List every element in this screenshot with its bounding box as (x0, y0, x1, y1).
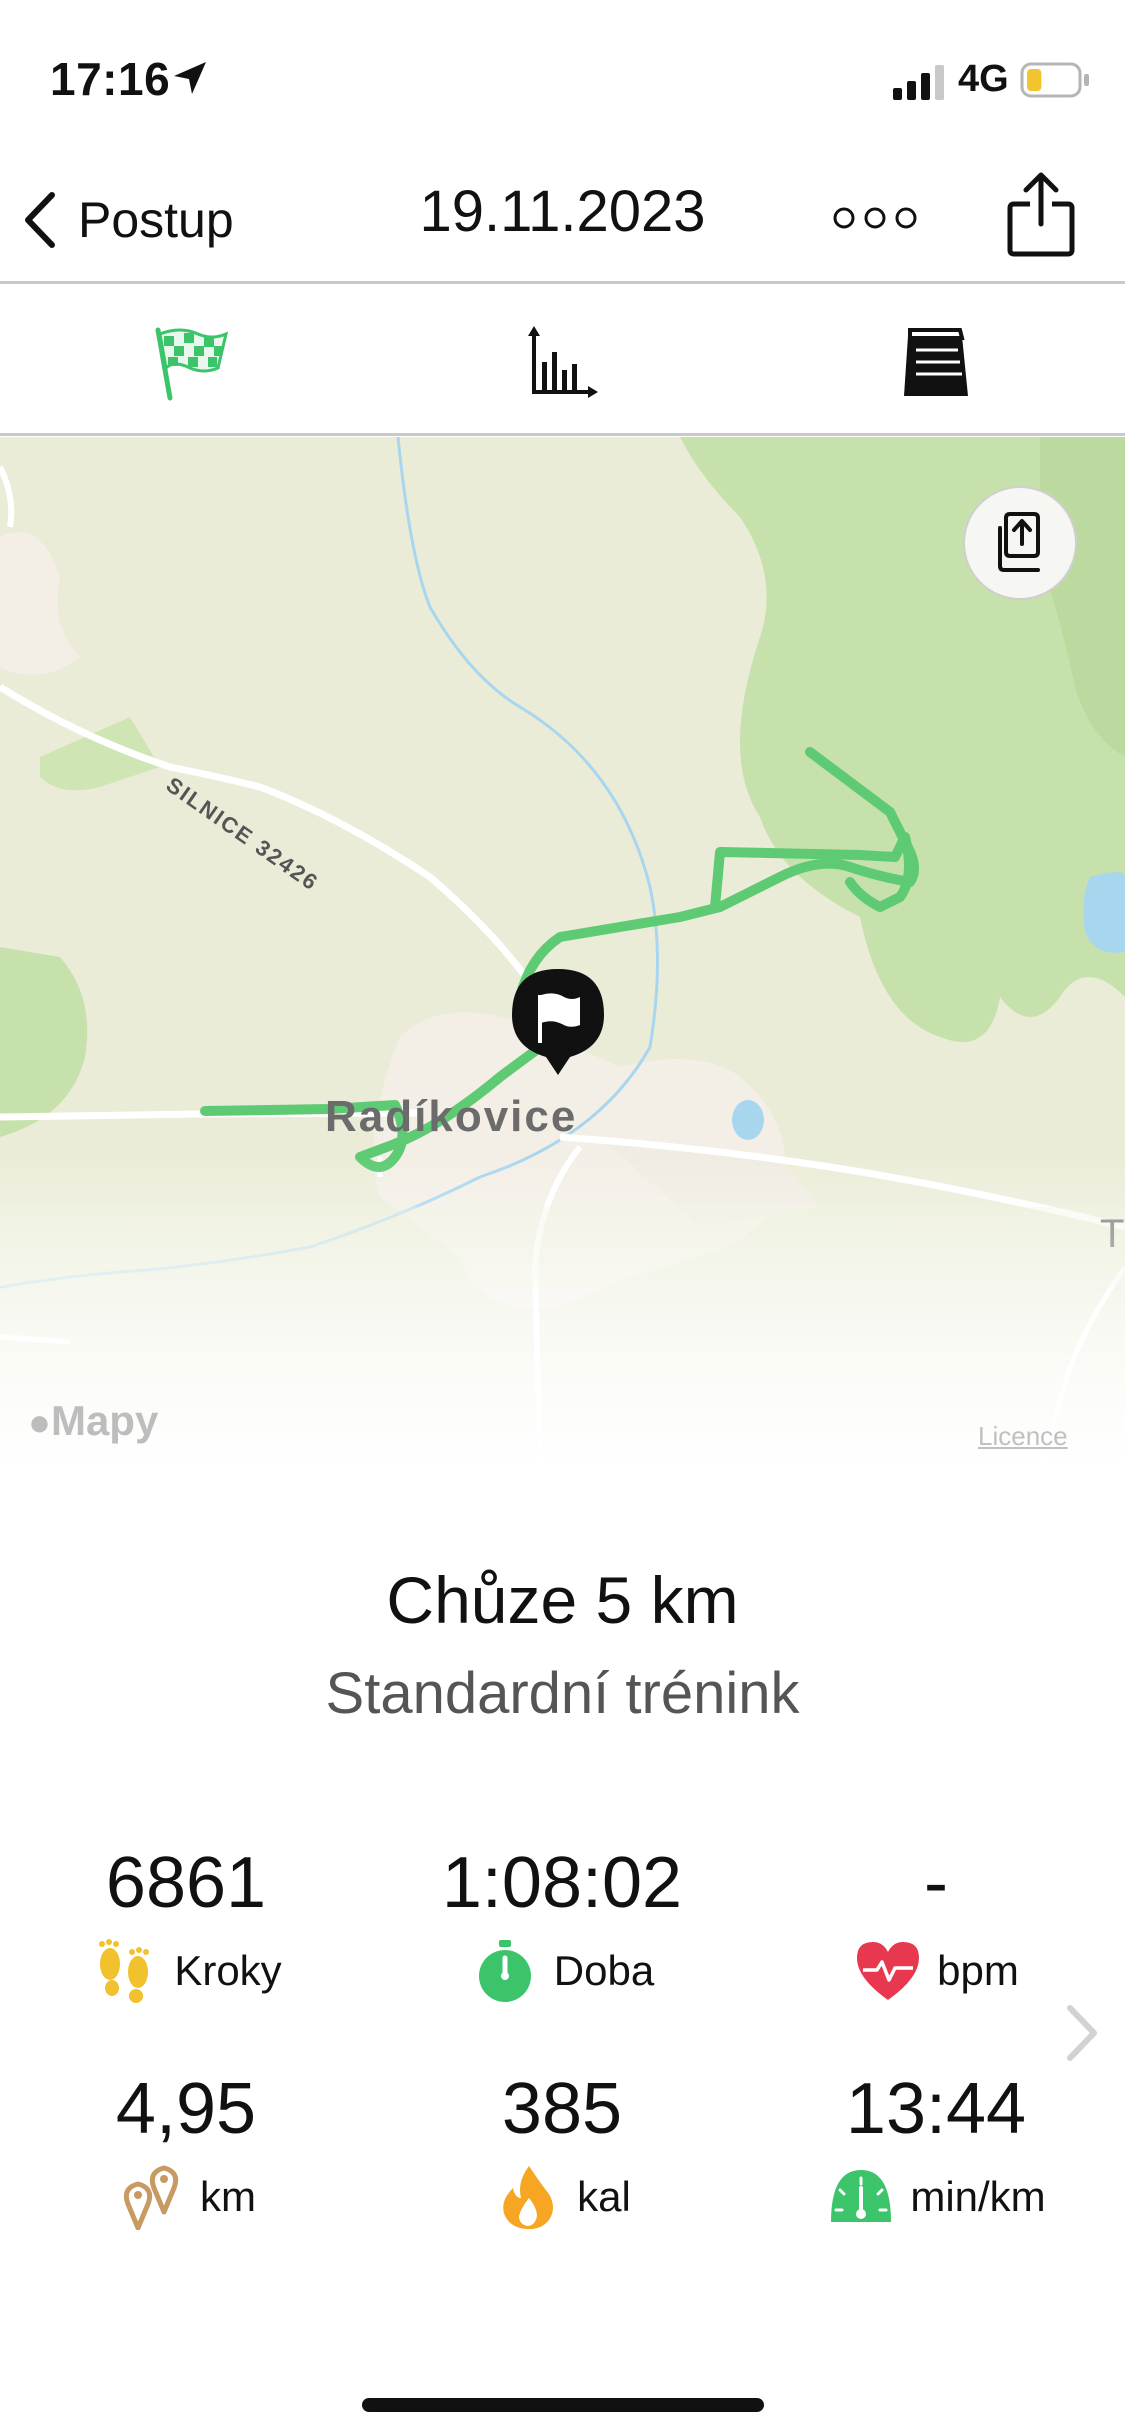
workout-title: Chůze 5 km (386, 1563, 739, 1637)
stat-value: 6861 (105, 1843, 267, 1923)
network-type: 4G (958, 58, 1009, 100)
battery-icon (1020, 62, 1089, 98)
location-pins-icon (123, 2165, 179, 2230)
status-time: 17:16 (50, 53, 171, 105)
tab-row (0, 284, 1125, 436)
stat-label: kal (577, 2173, 631, 2220)
workout-subtitle: Standardní trénink (325, 1661, 800, 1726)
stat-pace: 13:44 min/km (776, 2068, 1096, 2230)
chevron-right-icon[interactable] (1062, 2002, 1102, 2064)
stat-value: 4,95 (115, 2069, 257, 2149)
stat-calories: 385 kal (402, 2068, 722, 2230)
status-bar: 17:16 4G (0, 0, 1125, 150)
stat-value: 1:08:02 (441, 1843, 683, 1923)
stopwatch-icon (478, 1940, 531, 2002)
stat-value: 385 (501, 2069, 623, 2149)
maps-logo: ●Mapy (28, 1397, 158, 1445)
navigation-bar: Postup 19.11.2023 (0, 150, 1125, 284)
flag-pin-icon[interactable] (510, 967, 606, 1079)
stat-label: min/km (910, 2173, 1046, 2220)
location-arrow-icon (174, 62, 206, 94)
route-map[interactable]: SILNICE 32426 Radíkovice T ●Mapy Licence (0, 437, 1125, 1467)
bar-chart-icon (528, 326, 598, 398)
stat-value: 13:44 (845, 2069, 1027, 2149)
town-label: Radíkovice (325, 1092, 578, 1141)
signal-icon (893, 65, 944, 100)
stat-heart-rate: - bpm (776, 1842, 1096, 2004)
notepad-icon (904, 328, 968, 396)
stat-distance: 4,95 km (26, 2068, 346, 2230)
licence-link[interactable]: Licence (978, 1421, 1068, 1452)
map-canvas (0, 437, 1125, 1467)
back-button[interactable]: Postup (20, 180, 234, 260)
back-label: Postup (78, 192, 234, 248)
checkered-flag-icon (155, 327, 229, 401)
edge-label: T (1100, 1212, 1125, 1256)
stat-label: km (200, 2173, 256, 2220)
share-icon (998, 512, 1040, 572)
stat-duration: 1:08:02 Doba (402, 1842, 722, 2004)
home-indicator[interactable] (362, 2398, 764, 2412)
tab-route[interactable] (150, 324, 230, 404)
maps-logo-label: Mapy (50, 1397, 159, 1444)
heart-icon (857, 1942, 920, 2000)
stat-label: Doba (553, 1947, 655, 1994)
share-icon[interactable] (1006, 170, 1076, 258)
tab-notes[interactable] (896, 324, 976, 404)
stat-label: Kroky (174, 1947, 282, 1994)
flame-icon (503, 2166, 554, 2230)
stat-value: - (924, 1843, 948, 1923)
chevron-left-icon (25, 192, 55, 248)
map-share-button[interactable] (963, 486, 1077, 600)
apple-logo-icon: ● (28, 1402, 51, 1444)
stat-steps: 6861 Kroky (26, 1842, 346, 2004)
stat-label: bpm (937, 1947, 1019, 1994)
tab-charts[interactable] (522, 324, 602, 404)
speedometer-icon (831, 2170, 892, 2222)
more-dots-icon[interactable] (832, 200, 918, 236)
footprints-icon (99, 1939, 150, 2003)
